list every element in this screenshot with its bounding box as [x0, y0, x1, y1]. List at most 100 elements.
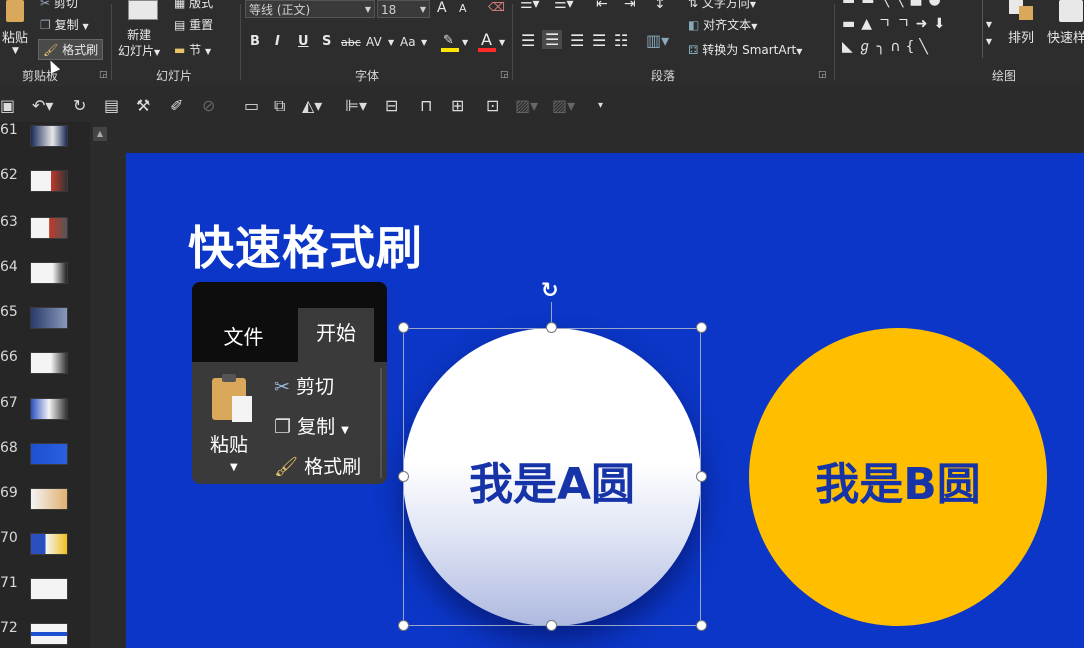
resize-handle-e[interactable]	[696, 471, 707, 482]
distribute-h-icon[interactable]: ⊓	[420, 96, 432, 115]
shapes-gallery[interactable]: ▬▬╲╲■● ▬▲ㄱㄱ➜⬇ ◣ℊ╮∩{╲	[840, 0, 980, 60]
picture-icon[interactable]: ▨▾	[515, 96, 538, 115]
columns-icon[interactable]: ▥▾	[646, 31, 669, 50]
format-icon[interactable]: ✐	[170, 96, 183, 115]
outdent-icon[interactable]: ⇥	[624, 0, 636, 12]
slide-thumbnail[interactable]	[30, 488, 68, 510]
align-text-button[interactable]: ◧ 对齐文本▼	[688, 16, 757, 33]
convert-smartart-button[interactable]: ⚃ 转换为 SmartArt▼	[688, 41, 802, 58]
slide-thumbnail[interactable]	[30, 352, 68, 374]
resize-handle-se[interactable]	[696, 620, 707, 631]
resize-handle-n[interactable]	[546, 322, 557, 333]
font-color-icon[interactable]: A	[478, 30, 496, 52]
resize-handle-sw[interactable]	[398, 620, 409, 631]
strikethrough-button[interactable]: abc	[341, 36, 361, 49]
indent-icon[interactable]: ⇤	[596, 0, 608, 12]
circle-b[interactable]: 我是B圆	[749, 328, 1047, 626]
resize-handle-nw[interactable]	[398, 322, 409, 333]
presentation-icon[interactable]: ▤	[104, 96, 119, 115]
panel-format-painter-row: 🖌 格式刷	[274, 456, 362, 478]
customize-qat-icon[interactable]: ▾	[598, 100, 603, 111]
resize-handle-ne[interactable]	[696, 322, 707, 333]
thumbnail-scrollbar[interactable]: ▲	[90, 122, 110, 648]
distribute-v-icon[interactable]: ⊟	[385, 96, 398, 115]
justify-icon[interactable]: ☰	[592, 31, 606, 50]
align-right-icon[interactable]: ☰	[570, 31, 584, 50]
gallery-scroll[interactable]: ▼ ▼	[982, 0, 995, 58]
dialog-launcher-icon[interactable]: ◲	[818, 70, 827, 80]
char-spacing-button[interactable]: AV	[366, 35, 382, 49]
align-objects-icon[interactable]: ⊫▾	[345, 96, 367, 115]
group-icon[interactable]: ⊞	[451, 96, 464, 115]
align-left-icon[interactable]: ☰	[521, 31, 535, 50]
dialog-launcher-icon[interactable]: ◲	[99, 70, 108, 80]
new-slide-icon[interactable]	[128, 0, 158, 20]
slide-thumbnail[interactable]	[30, 623, 68, 645]
save-icon[interactable]: ▣	[0, 96, 15, 115]
change-case-button[interactable]: Aa	[400, 35, 416, 49]
scroll-up-icon[interactable]: ▲	[93, 127, 107, 141]
slide-thumbnail[interactable]	[30, 533, 68, 555]
chevron-down-icon[interactable]: ▼	[12, 46, 19, 56]
shape-fill-icon[interactable]: ◭▾	[302, 96, 322, 115]
underline-button[interactable]: U	[298, 34, 309, 49]
chevron-down-icon[interactable]: ▼	[421, 38, 427, 47]
resize-handle-s[interactable]	[546, 620, 557, 631]
layout-icon: ▦	[174, 0, 186, 10]
crop-icon[interactable]: ▨▾	[552, 96, 575, 115]
bullets-icon[interactable]: ☰▾	[520, 0, 540, 12]
line-spacing-icon[interactable]: ↕	[654, 0, 666, 12]
link-icon[interactable]: ⊘	[202, 96, 215, 115]
slide-thumbnail[interactable]	[30, 307, 68, 329]
slide-thumbnail[interactable]	[30, 398, 68, 420]
ungroup-icon[interactable]: ⊡	[486, 96, 499, 115]
undo-icon[interactable]: ↶▾	[32, 96, 53, 115]
textbox-icon[interactable]: ▭	[244, 96, 259, 115]
font-size-combo[interactable]: 18 ▼	[377, 0, 430, 18]
slide-thumbnail[interactable]	[30, 125, 68, 147]
new-slide-button[interactable]: 新建 幻灯片▼	[118, 27, 160, 61]
resize-handle-w[interactable]	[398, 471, 409, 482]
quick-styles-button[interactable]: 快速样	[1047, 27, 1084, 46]
slide-thumbnail[interactable]	[30, 170, 68, 192]
slide-thumbnail[interactable]	[30, 262, 68, 284]
dialog-launcher-icon[interactable]: ◲	[500, 70, 509, 80]
shadow-button[interactable]: S	[322, 34, 331, 49]
redo-icon[interactable]: ↻	[73, 96, 86, 115]
bold-button[interactable]: B	[250, 34, 260, 49]
chevron-down-icon[interactable]: ▼	[388, 38, 394, 47]
divider	[111, 4, 112, 80]
distribute-icon[interactable]: ☷	[614, 31, 628, 50]
format-painter-button[interactable]: 🖌 格式刷	[38, 39, 104, 60]
layout-button[interactable]: ▦ 版式	[174, 0, 213, 11]
selection-box	[403, 328, 701, 626]
highlight-icon[interactable]: ✎	[441, 33, 459, 53]
slide-thumbnail[interactable]	[30, 217, 68, 239]
slide-thumbnail[interactable]	[30, 443, 68, 465]
italic-button[interactable]: I	[275, 34, 280, 49]
align-center-icon[interactable]: ☰	[542, 30, 563, 49]
arrange-button[interactable]: 排列	[1008, 27, 1034, 46]
text-direction-button[interactable]: ⇅ 文字方向▼	[688, 0, 756, 11]
cut-button[interactable]: ✂ 剪切	[40, 0, 78, 11]
rotate-handle-icon[interactable]: ↻	[541, 278, 559, 302]
shrink-font-button[interactable]: A	[459, 2, 467, 15]
slide-thumbnail[interactable]	[30, 578, 68, 600]
paste-button[interactable]: 粘贴	[2, 27, 28, 46]
font-name-combo[interactable]: 等线 (正文) ▼	[245, 0, 375, 18]
section-button[interactable]: ▬ 节 ▼	[174, 41, 211, 58]
grow-font-button[interactable]: A	[437, 0, 447, 16]
arrange-icon[interactable]	[1009, 0, 1035, 22]
clear-format-icon[interactable]: ⌫	[488, 0, 505, 14]
animation-icon[interactable]: ⚒	[136, 96, 150, 115]
slide-number: 68	[0, 440, 18, 456]
bring-forward-icon[interactable]: ⧉	[274, 96, 285, 116]
quick-styles-icon[interactable]	[1059, 0, 1083, 22]
chevron-down-icon[interactable]: ▼	[499, 38, 505, 47]
paste-icon[interactable]	[2, 0, 28, 24]
slide-title[interactable]: 快速格式刷	[188, 212, 423, 278]
reset-button[interactable]: ▤ 重置	[174, 16, 213, 33]
numbering-icon[interactable]: ☰▾	[554, 0, 574, 12]
copy-button[interactable]: ❐ 复制 ▼	[40, 16, 89, 33]
chevron-down-icon[interactable]: ▼	[462, 38, 468, 47]
